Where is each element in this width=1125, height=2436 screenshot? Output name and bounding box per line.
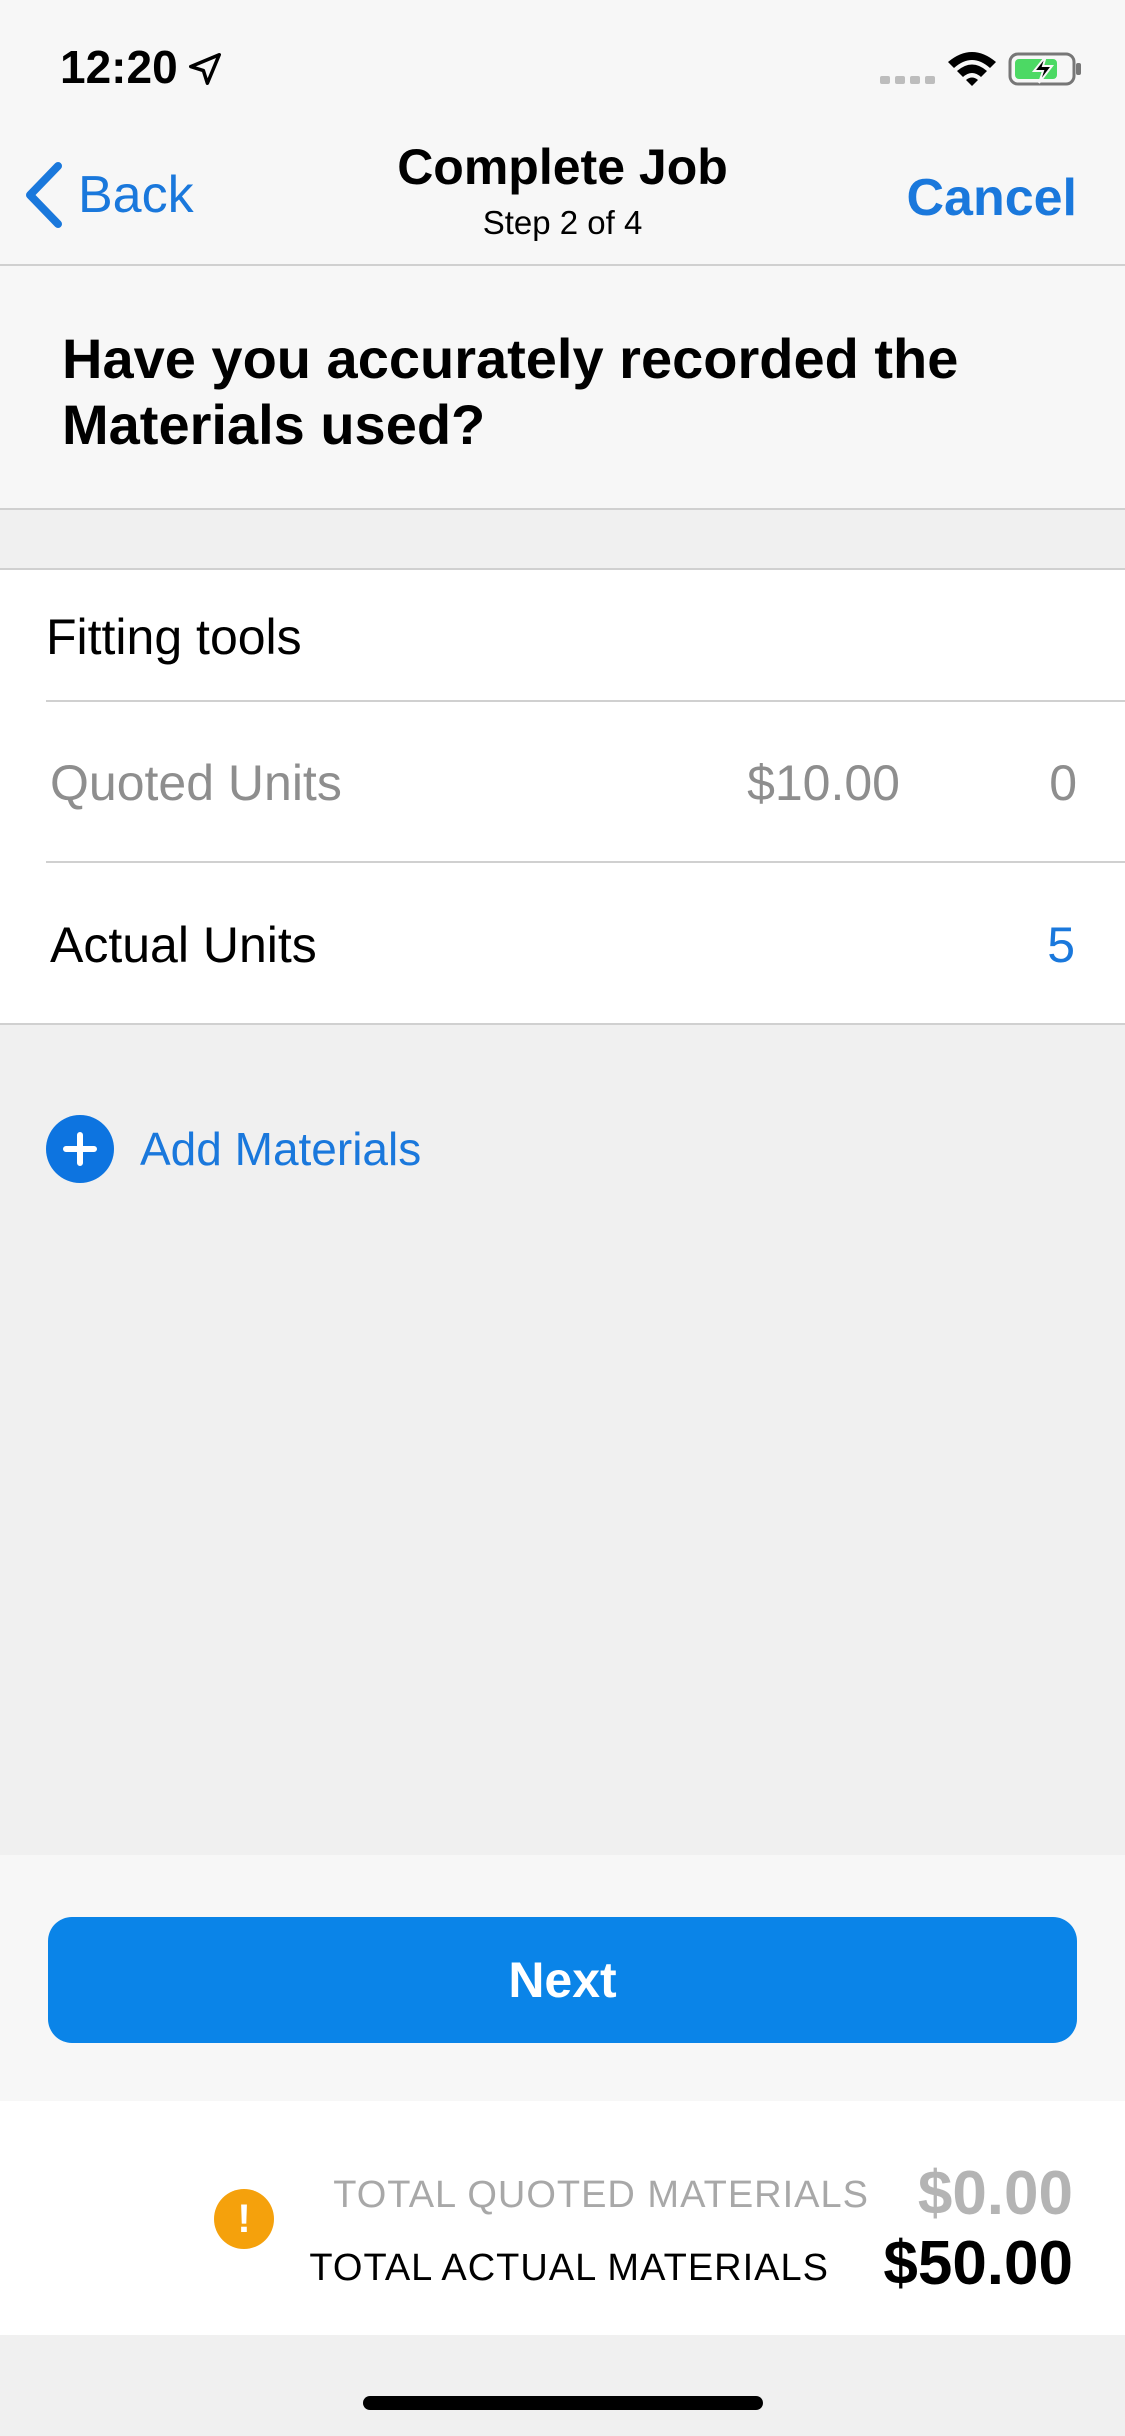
question-heading: Have you accurately recorded the Materia…: [62, 327, 959, 456]
quoted-unit-price: $10.00: [747, 755, 900, 811]
add-materials-label: Add Materials: [140, 1123, 422, 1175]
material-name: Fitting tools: [46, 609, 302, 665]
location-arrow-icon: [189, 53, 221, 85]
status-time: 12:20: [60, 41, 178, 93]
home-area: [0, 2335, 1125, 2436]
next-button[interactable]: Next: [48, 1917, 1077, 2043]
divider: [46, 700, 1125, 702]
divider: [46, 861, 1125, 863]
total-actual-value: $50.00: [883, 2229, 1073, 2298]
battery-charging-icon: [1008, 52, 1081, 86]
cancel-button[interactable]: Cancel: [906, 168, 1077, 228]
total-quoted-label: TOTAL QUOTED MATERIALS: [333, 2174, 869, 2216]
quoted-units-label: Quoted Units: [50, 755, 342, 811]
total-quoted-value: $0.00: [917, 2159, 1073, 2228]
warning-icon[interactable]: !: [214, 2189, 274, 2249]
actual-units-label: Actual Units: [50, 917, 317, 973]
plus-icon: [63, 1132, 97, 1166]
actual-units-value[interactable]: 5: [1047, 916, 1075, 974]
add-materials-button[interactable]: Add Materials: [46, 1115, 421, 1183]
signal-icon: [880, 76, 935, 84]
plus-circle-icon: [46, 1115, 114, 1183]
quoted-units-value: 0: [1049, 755, 1077, 811]
divider: [0, 508, 1125, 510]
total-actual-label: TOTAL ACTUAL MATERIALS: [309, 2247, 829, 2289]
home-indicator[interactable]: [363, 2396, 763, 2410]
wifi-icon: [948, 52, 996, 86]
